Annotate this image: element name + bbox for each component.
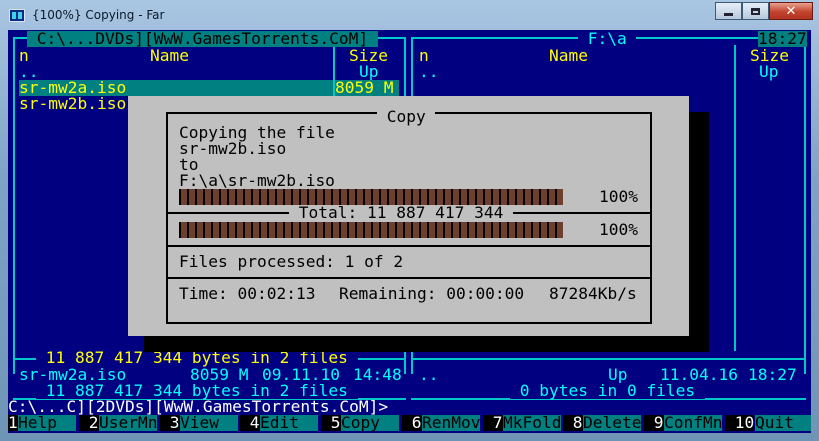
key-f8-number: 8 bbox=[563, 413, 583, 432]
maximize-icon bbox=[751, 7, 760, 15]
left-info-time: 14:48 bbox=[353, 365, 402, 384]
time-separator bbox=[166, 277, 652, 279]
clock: 18:27 bbox=[758, 30, 807, 48]
minimize-button[interactable] bbox=[715, 2, 742, 20]
right-panel-border-right bbox=[804, 37, 806, 374]
key-f2-usermn[interactable]: UserMn bbox=[99, 414, 158, 431]
key-f5-number: 5 bbox=[321, 413, 341, 432]
key-f1-help[interactable]: Help bbox=[18, 414, 77, 431]
left-panel-path[interactable]: C:\...DVDs][WwW.GamesTorrents.CoM] bbox=[27, 30, 378, 47]
right-total-summary: 0 bytes in 0 files bbox=[510, 381, 705, 400]
key-f2-number: 2 bbox=[79, 413, 99, 432]
window-title: {100%} Copying - Far bbox=[32, 8, 165, 22]
far-app-icon[interactable] bbox=[9, 9, 25, 22]
key-f3-number: 3 bbox=[160, 413, 180, 432]
right-info-time: 18:27 bbox=[748, 365, 797, 384]
key-f5-copy[interactable]: Copy bbox=[341, 414, 400, 431]
far-console: C:\...DVDs][WwW.GamesTorrents.CoM] n Nam… bbox=[8, 30, 811, 433]
total-progress-bar bbox=[179, 222, 563, 238]
maximize-button[interactable] bbox=[742, 2, 769, 20]
key-f4-number: 4 bbox=[240, 413, 260, 432]
key-f1-number: 1 bbox=[8, 413, 18, 432]
far-window: {100%} Copying - Far ✕ C:\...DVDs][WwW.G… bbox=[0, 0, 819, 441]
key-f3-view[interactable]: View bbox=[180, 414, 239, 431]
right-col-name-header[interactable]: Name bbox=[549, 47, 588, 64]
total-progress-fill bbox=[179, 222, 563, 238]
left-selected-summary: 11 887 417 344 bytes in 2 files bbox=[36, 348, 358, 367]
copy-dialog: Copy Copying the file sr-mw2b.iso to F:\… bbox=[128, 96, 689, 336]
key-f9-confmn[interactable]: ConfMn bbox=[664, 414, 723, 431]
dialog-title: Copy bbox=[377, 107, 436, 126]
key-f8-delete[interactable]: Delete bbox=[583, 414, 642, 431]
elapsed-time: Time: 00:02:13 bbox=[179, 284, 316, 303]
right-up-row[interactable]: .. bbox=[419, 63, 439, 80]
key-f6-number: 6 bbox=[402, 413, 422, 432]
files-separator bbox=[166, 245, 652, 247]
window-controls: ✕ bbox=[715, 2, 813, 21]
function-key-bar: 1 Help 2 UserMn 3 View 4 Edit 5 Copy 6 R… bbox=[8, 413, 811, 432]
right-info-name: .. bbox=[419, 365, 439, 384]
file-name: sr-mw2b.iso bbox=[19, 94, 127, 113]
key-f9-number: 9 bbox=[644, 413, 664, 432]
remaining-time: Remaining: 00:00:00 bbox=[339, 284, 525, 303]
transfer-speed: 87284Kb/s bbox=[549, 284, 637, 303]
right-up-size: Up bbox=[759, 62, 779, 81]
key-f10-number: 10 bbox=[725, 413, 755, 432]
close-icon: ✕ bbox=[785, 3, 797, 19]
total-label: Total: 11 887 417 344 bbox=[289, 203, 514, 222]
key-f4-edit[interactable]: Edit bbox=[260, 414, 319, 431]
title-bar[interactable]: {100%} Copying - Far ✕ bbox=[0, 0, 819, 30]
total-progress-percent: 100% bbox=[599, 220, 638, 239]
file-size: 8059 M bbox=[335, 79, 399, 96]
destination-file: F:\a\sr-mw2b.iso bbox=[179, 171, 335, 190]
left-panel-border-left bbox=[13, 37, 15, 374]
minimize-icon bbox=[724, 12, 733, 16]
key-f10-quit[interactable]: Quit bbox=[755, 414, 811, 431]
files-processed: Files processed: 1 of 2 bbox=[179, 252, 404, 271]
close-button[interactable]: ✕ bbox=[769, 2, 813, 20]
right-panel-status-separator bbox=[411, 358, 806, 360]
key-f7-mkfold[interactable]: MkFold bbox=[503, 414, 562, 431]
right-panel-path[interactable]: F:\a bbox=[578, 30, 637, 47]
key-f6-renmov[interactable]: RenMov bbox=[422, 414, 481, 431]
key-f7-number: 7 bbox=[483, 413, 503, 432]
file-progress-percent: 100% bbox=[599, 187, 638, 206]
right-panel-column-divider bbox=[734, 45, 736, 351]
left-col-name-header[interactable]: Name bbox=[150, 47, 189, 64]
